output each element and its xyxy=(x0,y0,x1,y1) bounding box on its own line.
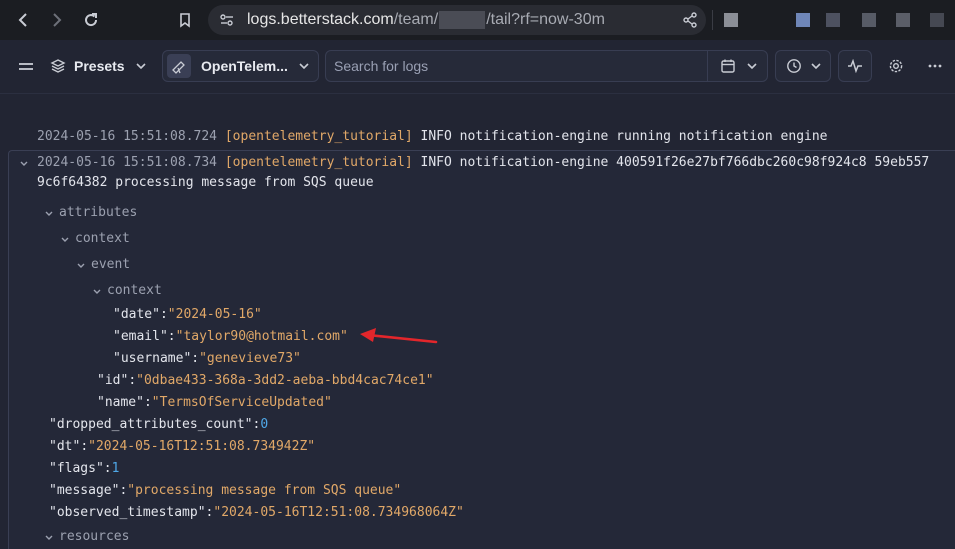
tree-node-attributes[interactable]: attributes xyxy=(59,205,137,221)
tree-field-dt: "dt":"2024-05-16T12:51:08.734942Z" xyxy=(49,439,316,454)
field-value: "taylor90@hotmail.com" xyxy=(175,329,348,344)
forward-arrow-icon xyxy=(53,13,62,27)
bookmark-icon xyxy=(180,13,190,28)
browser-toolbar: logs.betterstack.com/team/ /tail?rf=now-3… xyxy=(0,0,955,40)
collapse-chevron-icon[interactable] xyxy=(44,533,54,543)
log-message: INFO notification-engine 400591f26e27bf7… xyxy=(420,155,930,170)
log-row-expanded[interactable]: 2024-05-16 15:51:08.734 [opentelemetry_t… xyxy=(37,155,929,171)
presets-button[interactable]: Presets xyxy=(50,56,147,76)
collapse-chevron-icon[interactable] xyxy=(92,287,102,297)
log-source: [opentelemetry_tutorial] xyxy=(224,155,413,170)
reload-button[interactable] xyxy=(80,9,102,31)
tree-field-username: "username":"genevieve73" xyxy=(113,351,301,366)
tree-field-observed-timestamp: "observed_timestamp":"2024-05-16T12:51:0… xyxy=(49,505,464,520)
field-key: "date" xyxy=(113,307,160,322)
tree-field-id: "id":"0dbae433-368a-3dd2-aeba-bbd4cac74c… xyxy=(97,373,434,388)
source-logo xyxy=(167,54,191,78)
field-key: "observed_timestamp" xyxy=(49,505,206,520)
field-value: "TermsOfServiceUpdated" xyxy=(151,395,332,410)
gear-icon[interactable] xyxy=(888,58,904,74)
url-path-tail: /tail?rf=now-30m xyxy=(486,11,605,29)
field-key: "flags" xyxy=(49,461,104,476)
app-toolbar: Presets OpenTelem... xyxy=(0,40,955,94)
log-message: INFO notification-engine running notific… xyxy=(420,129,828,144)
extension-icon[interactable] xyxy=(796,13,810,27)
log-stream: 2024-05-16 15:51:08.724 [opentelemetry_t… xyxy=(0,94,955,549)
field-value: "2024-05-16T12:51:08.734942Z" xyxy=(88,439,316,454)
collapse-chevron-icon[interactable] xyxy=(19,159,29,169)
log-source: [opentelemetry_tutorial] xyxy=(224,129,413,144)
source-label: OpenTelem... xyxy=(201,58,288,74)
presets-label: Presets xyxy=(74,58,125,74)
search-input[interactable] xyxy=(326,51,707,81)
clock-icon xyxy=(787,59,801,73)
collapse-chevron-icon[interactable] xyxy=(44,209,54,219)
tree-field-name: "name":"TermsOfServiceUpdated" xyxy=(97,395,332,410)
field-key: "dropped_attributes_count" xyxy=(49,417,253,432)
tree-field-email: "email":"taylor90@hotmail.com" xyxy=(113,329,348,344)
tree-node-event[interactable]: event xyxy=(91,257,130,273)
chevron-down-icon xyxy=(136,63,146,70)
tree-field-date: "date":"2024-05-16" xyxy=(113,307,262,322)
bookmark-button[interactable] xyxy=(174,9,196,31)
extension-icon[interactable] xyxy=(724,13,738,27)
field-key: "dt" xyxy=(49,439,81,454)
field-value: 1 xyxy=(111,461,120,476)
extension-icon[interactable] xyxy=(930,13,944,27)
field-value: "processing message from SQS queue" xyxy=(127,483,402,498)
redacted-block xyxy=(439,11,486,29)
tree-node-context[interactable]: context xyxy=(75,231,130,247)
field-key: "name" xyxy=(97,395,144,410)
back-arrow-icon xyxy=(18,13,27,27)
collapse-chevron-icon[interactable] xyxy=(60,235,70,245)
extension-icon[interactable] xyxy=(896,13,910,27)
field-value: 0 xyxy=(260,417,269,432)
source-selector[interactable]: OpenTelem... xyxy=(162,50,319,82)
field-key: "username" xyxy=(113,351,192,366)
field-value: "2024-05-16" xyxy=(167,307,262,322)
chevron-down-icon xyxy=(747,63,757,70)
extension-icon[interactable] xyxy=(826,13,840,27)
log-row[interactable]: 2024-05-16 15:51:08.724 [opentelemetry_t… xyxy=(37,129,828,145)
back-button[interactable] xyxy=(12,9,34,31)
date-range-button[interactable] xyxy=(707,50,768,82)
url-host: logs.betterstack.com xyxy=(247,11,394,29)
more-options-icon[interactable] xyxy=(928,64,942,68)
field-value: "0dbae433-368a-3dd2-aeba-bbd4cac74ce1" xyxy=(136,373,434,388)
tree-field-dropped-attributes-count: "dropped_attributes_count":0 xyxy=(49,417,269,432)
chart-toggle-button[interactable] xyxy=(838,50,872,82)
field-key: "email" xyxy=(113,329,168,344)
url-path-team: /team/ xyxy=(393,11,439,29)
reload-icon xyxy=(85,13,98,27)
log-timestamp: 2024-05-16 15:51:08.734 xyxy=(37,155,218,170)
tree-field-message: "message":"processing message from SQS q… xyxy=(49,483,402,498)
tree-field-flags: "flags":1 xyxy=(49,461,120,476)
telescope-icon xyxy=(172,61,185,74)
chevron-down-icon xyxy=(299,63,309,70)
tree-node-context[interactable]: context xyxy=(107,283,162,299)
url-text: logs.betterstack.com/team/ /tail?rf=now-3… xyxy=(247,11,605,29)
field-key: "id" xyxy=(97,373,129,388)
search-box[interactable] xyxy=(325,50,708,82)
chevron-down-icon xyxy=(811,63,821,70)
log-timestamp: 2024-05-16 15:51:08.724 xyxy=(37,129,218,144)
forward-button[interactable] xyxy=(46,9,68,31)
field-value: "genevieve73" xyxy=(199,351,301,366)
activity-icon xyxy=(848,59,862,73)
live-tail-button[interactable] xyxy=(775,50,831,82)
calendar-icon xyxy=(721,59,735,73)
tree-node-resources[interactable]: resources xyxy=(59,529,129,545)
extension-icon[interactable] xyxy=(862,13,876,27)
field-value: "2024-05-16T12:51:08.734968064Z" xyxy=(213,505,464,520)
menu-icon[interactable] xyxy=(19,61,33,72)
toolbar-divider xyxy=(712,10,713,30)
log-message-continued: 9c6f64382 processing message from SQS qu… xyxy=(37,175,374,190)
share-icon[interactable] xyxy=(682,12,698,28)
layers-icon xyxy=(50,59,66,73)
annotation-arrow-icon xyxy=(360,328,438,344)
address-bar[interactable]: logs.betterstack.com/team/ /tail?rf=now-3… xyxy=(208,5,706,35)
site-settings-icon[interactable] xyxy=(219,13,235,27)
collapse-chevron-icon[interactable] xyxy=(76,261,86,271)
field-key: "message" xyxy=(49,483,120,498)
